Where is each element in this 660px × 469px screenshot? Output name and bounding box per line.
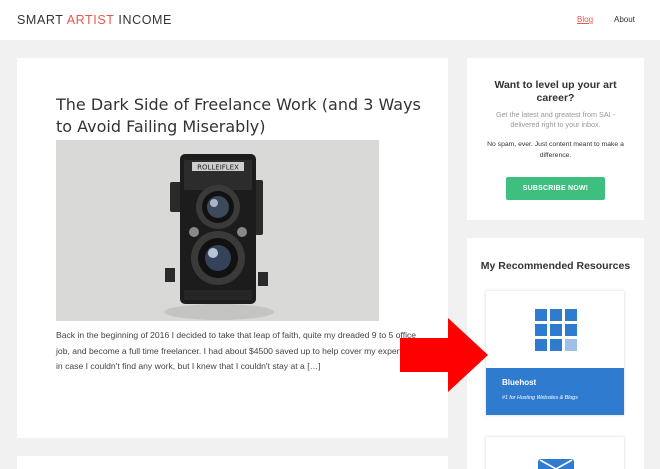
logo-text-end: INCOME [114, 13, 172, 27]
next-post-card [17, 456, 448, 469]
subscribe-button[interactable]: SUBSCRIBE NOW! [506, 177, 605, 200]
optin-note: No spam, ever. Just content meant to mak… [487, 141, 624, 159]
grid-logo-icon [535, 309, 577, 351]
bluehost-banner[interactable] [486, 368, 624, 415]
nav-blog-link[interactable]: Blog [577, 15, 593, 24]
nav-about-link[interactable]: About [614, 15, 635, 24]
bluehost-name: Bluehost [502, 378, 537, 387]
optin-title: Want to level up your art career? [494, 79, 617, 104]
logo-text-accent: ARTIST [66, 13, 115, 27]
bluehost-tagline: #1 for Hosting Websites & Blogs [502, 395, 578, 401]
camera-image: ROLLEIFLEX [56, 140, 379, 321]
resources-title: My Recommended Resources [480, 260, 631, 272]
red-arrow-icon [400, 318, 488, 392]
camera-brand-label: ROLLEIFLEX [197, 164, 239, 172]
optin-subtitle: Get the latest and greatest from SAI - d… [495, 110, 616, 129]
site-logo[interactable]: SMART ARTIST INCOME [17, 13, 172, 27]
mail-icon [538, 459, 574, 469]
logo-text-start: SMART [17, 13, 67, 27]
post-excerpt: Back in the beginning of 2016 I decided … [56, 330, 417, 371]
site-header: SMART ARTIST INCOME Blog About [0, 0, 660, 40]
post-title[interactable]: The Dark Side of Freelance Work (and 3 W… [56, 94, 436, 138]
post-featured-image[interactable]: ROLLEIFLEX [56, 140, 379, 321]
